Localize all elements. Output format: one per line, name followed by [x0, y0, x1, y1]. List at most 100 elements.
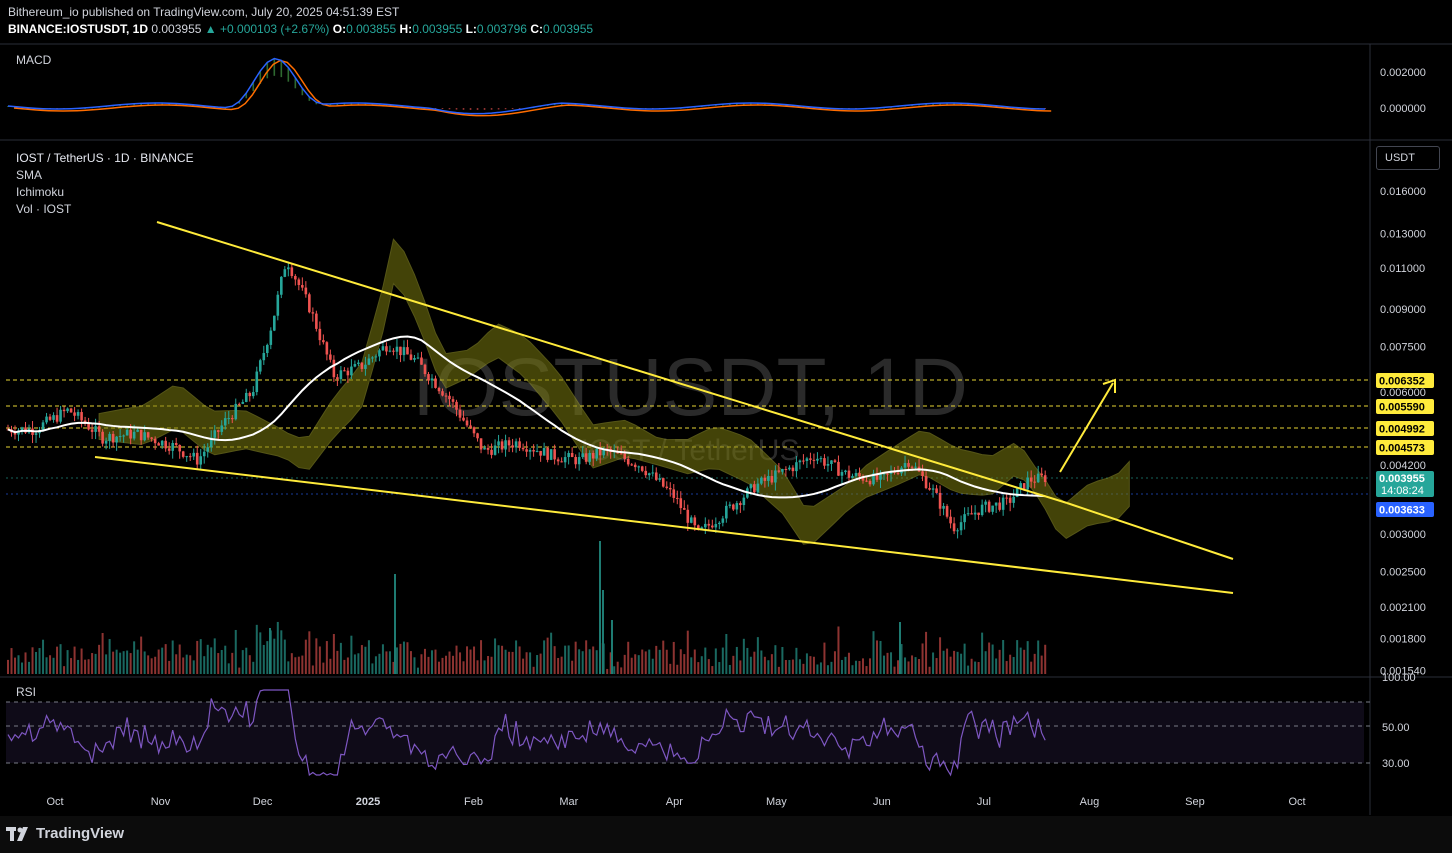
volume-bar [445, 655, 448, 674]
volume-bar [413, 657, 416, 674]
candle-body [230, 418, 234, 420]
candle-body [777, 470, 781, 472]
volume-bar [297, 656, 300, 674]
y-tick-label: 0.009000 [1380, 304, 1426, 316]
candle-body [560, 461, 563, 463]
candle-body [1040, 473, 1043, 476]
candle-body [626, 458, 630, 465]
main-legend: IOST / TetherUS · 1D · BINANCE SMA Ichim… [16, 150, 194, 218]
macd-tick-label: 0.000000 [1380, 103, 1426, 115]
candle-body [181, 451, 185, 457]
volume-bar [592, 646, 595, 674]
candle-body [416, 357, 420, 359]
candle-body [167, 448, 171, 451]
volume-bar [960, 653, 963, 674]
macd-histogram-bar [511, 108, 514, 109]
tradingview-logo[interactable]: TradingView [6, 825, 124, 842]
candle-body [718, 522, 721, 525]
sma-price-text: 0.003633 [1379, 505, 1425, 517]
volume-bar [883, 655, 886, 674]
candle-body [721, 518, 725, 523]
chart-canvas[interactable]: IOSTUSDT, 1DIOST / TetherUS0.0160000.013… [0, 0, 1452, 853]
volume-bar [613, 666, 616, 674]
candle-body [514, 441, 518, 448]
candle-body [728, 504, 732, 506]
x-tick-label: 2025 [356, 796, 380, 808]
candle-body [287, 267, 290, 270]
candle-body [661, 478, 665, 487]
volume-bar [311, 665, 314, 674]
volume-bar [94, 653, 97, 674]
candle-body [823, 458, 826, 466]
y-tick-label: 0.016000 [1380, 186, 1426, 198]
volume-bar [774, 645, 777, 674]
legend-item-volume[interactable]: Vol · IOST [16, 201, 194, 218]
volume-bar [409, 651, 412, 674]
candle-body [735, 503, 739, 510]
volume-bar [206, 644, 209, 674]
y-tick-label: 0.007500 [1380, 341, 1426, 353]
candle-body [935, 488, 938, 493]
volume-bar [798, 659, 801, 674]
candle-body [409, 354, 413, 360]
candle-body [977, 512, 980, 515]
candle-body [199, 456, 203, 465]
volume-bar [921, 643, 924, 674]
macd-histogram-bar [490, 108, 493, 110]
rsi-tick-label: 100.00 [1382, 672, 1416, 684]
volume-bar [665, 649, 668, 674]
volume-bar [430, 650, 433, 674]
candle-body [223, 418, 227, 426]
volume-bar [203, 656, 206, 674]
legend-item-sma[interactable]: SMA [16, 167, 194, 184]
y-tick-label: 0.011000 [1380, 263, 1425, 275]
candle-body [343, 370, 346, 372]
volume-bar [868, 658, 871, 674]
volume-bar [434, 649, 437, 674]
volume-bar [777, 666, 780, 674]
candle-body [465, 420, 469, 426]
candle-body [851, 475, 854, 478]
candle-body [812, 459, 816, 461]
volume-bar [332, 634, 335, 674]
volume-bar [781, 646, 784, 674]
volume-bar [595, 650, 598, 674]
candle-body [651, 472, 655, 474]
volume-bar [1040, 655, 1043, 674]
volume-bar [346, 657, 349, 674]
volume-bar [136, 649, 139, 674]
volume-bar [350, 635, 353, 674]
volume-bar [150, 658, 153, 674]
candle-body [1036, 473, 1040, 483]
volume-bar [749, 656, 752, 674]
candle-body [122, 435, 125, 437]
legend-item-ichimoku[interactable]: Ichimoku [16, 184, 194, 201]
volume-bar [140, 636, 143, 674]
volume-bar [620, 667, 623, 674]
candle-body [504, 440, 507, 450]
candle-body [265, 344, 269, 354]
volume-bar [381, 644, 384, 674]
candle-body [518, 441, 521, 448]
candle-body [952, 523, 956, 532]
volume-bar [876, 640, 879, 674]
candle-body [798, 460, 802, 463]
candle-body [619, 453, 623, 455]
volume-bar [981, 632, 984, 674]
candle-body [104, 440, 108, 444]
candle-body [251, 392, 255, 397]
currency-button[interactable]: USDT [1376, 146, 1440, 170]
volume-spike-bar [599, 541, 601, 674]
volume-bar [637, 655, 640, 674]
candle-body [115, 436, 118, 443]
candle-body [816, 458, 819, 461]
candle-body [241, 401, 245, 404]
volume-bar [932, 652, 935, 674]
candle-body [879, 474, 882, 480]
volume-bar [553, 646, 556, 674]
volume-bar [991, 644, 994, 674]
volume-bar [837, 626, 840, 674]
candle-body [714, 524, 718, 528]
candle-body [591, 452, 595, 459]
candle-body [420, 357, 423, 365]
